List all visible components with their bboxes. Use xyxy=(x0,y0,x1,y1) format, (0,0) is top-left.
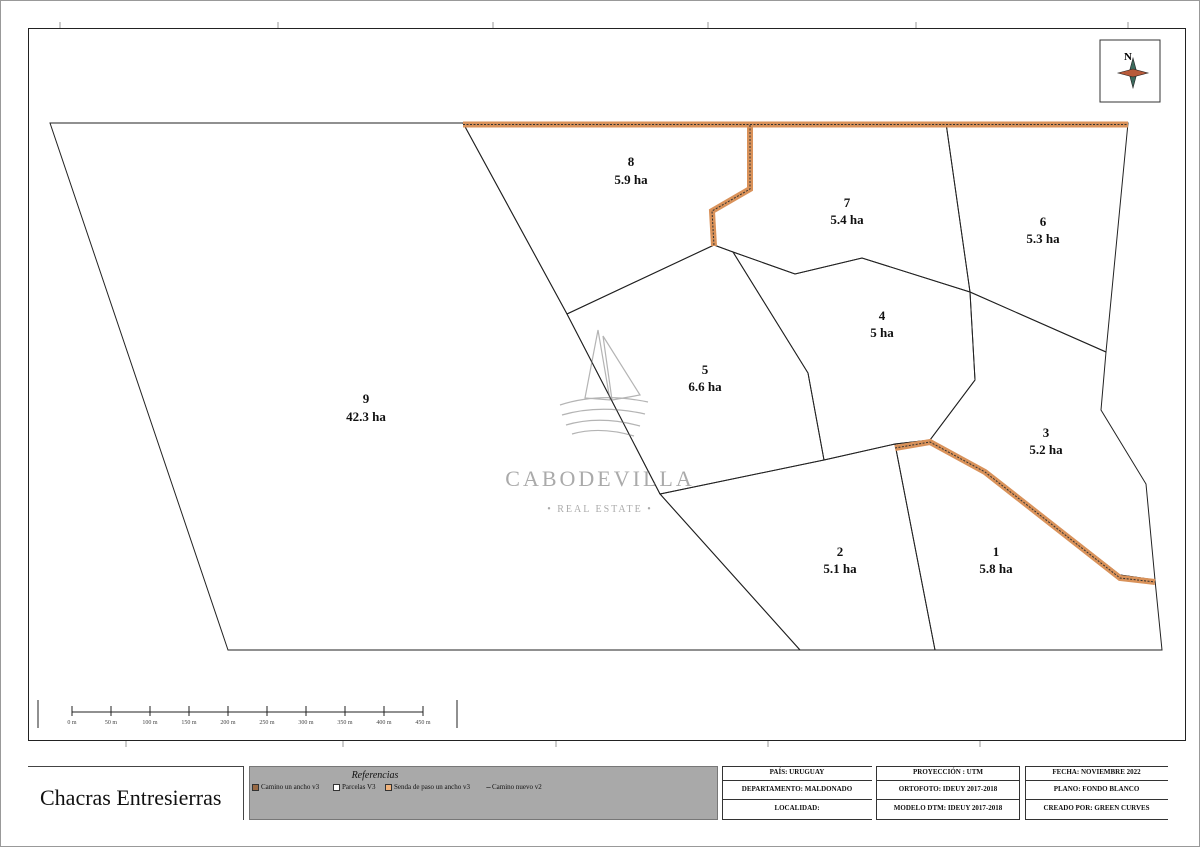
legend-item-road: Camino un ancho v3 xyxy=(252,783,319,791)
legend-label: Camino un ancho v3 xyxy=(261,783,320,791)
lot-1-number: 1 xyxy=(993,544,1000,559)
author-text: CREADO POR: GREEN CURVES xyxy=(1043,804,1150,812)
lot-7-area: 5.4 ha xyxy=(830,212,864,227)
scale-label: 450 m xyxy=(415,720,431,726)
scale-label: 100 m xyxy=(142,720,158,726)
lot-2-number: 2 xyxy=(837,544,844,559)
north-label: N xyxy=(1124,51,1132,63)
lot-9-area: 42.3 ha xyxy=(346,409,386,424)
date-info-box: FECHA: NOVIEMBRE 2022 PLANO: FONDO BLANC… xyxy=(1025,766,1168,820)
scale-label: 300 m xyxy=(298,720,314,726)
lot-9-number: 9 xyxy=(363,391,370,406)
legend-swatch xyxy=(385,783,392,791)
scale-label: 400 m xyxy=(376,720,392,726)
legend-label: Parcelas V3 xyxy=(342,783,376,791)
country-text: PAÍS: URUGUAY xyxy=(769,768,825,776)
lot-5-area: 6.6 ha xyxy=(688,379,722,394)
map-title-box: Chacras Entresierras xyxy=(28,766,244,820)
scale-label: 200 m xyxy=(220,720,236,726)
legend-item-parcels: Parcelas V3 xyxy=(333,783,376,791)
lot-3-area: 5.2 ha xyxy=(1029,442,1063,457)
parcel-map: N CABODEVILLA • REAL ESTATE • 1 5.8 ha 2… xyxy=(37,22,1163,747)
lot-3-number: 3 xyxy=(1043,425,1050,440)
lot-7-number: 7 xyxy=(844,195,851,210)
scale-bar: 0 m 50 m 100 m 150 m 200 m 250 m 300 m 3… xyxy=(37,700,458,728)
projection-text: PROYECCIÓN : UTM xyxy=(913,768,983,776)
watermark: CABODEVILLA • REAL ESTATE • xyxy=(505,329,694,515)
legend-item-path: Senda de paso un ancho v3 xyxy=(385,783,470,791)
legend-label: Camino nuevo v2 xyxy=(492,783,542,791)
scale-label: 0 m xyxy=(67,720,77,726)
lot-4-area: 5 ha xyxy=(870,325,894,340)
parcel-5 xyxy=(566,244,825,495)
plan-text: PLANO: FONDO BLANCO xyxy=(1053,785,1140,793)
location-info-box: PAÍS: URUGUAY DEPARTAMENTO: MALDONADO LO… xyxy=(722,766,872,820)
orthophoto-text: ORTOFOTO: IDEUY 2017-2018 xyxy=(898,785,998,793)
north-arrow: N xyxy=(1099,39,1161,103)
frame-ticks xyxy=(59,22,1129,747)
lot-1-area: 5.8 ha xyxy=(979,561,1013,576)
legend-item-new-road: --- Camino nuevo v2 xyxy=(486,783,542,791)
map-title: Chacras Entresierras xyxy=(40,785,222,810)
references-box: Referencias Camino un ancho v3 Parcelas … xyxy=(249,766,718,820)
scale-label: 350 m xyxy=(337,720,353,726)
lot-labels: 1 5.8 ha 2 5.1 ha 3 5.2 ha 4 5 ha 5 6.6 … xyxy=(346,154,1063,576)
legend-swatch xyxy=(333,783,340,791)
scale-label: 50 m xyxy=(105,720,118,726)
projection-info-box: PROYECCIÓN : UTM ORTOFOTO: IDEUY 2017-20… xyxy=(876,766,1020,820)
lot-4-number: 4 xyxy=(879,308,886,323)
lot-2-area: 5.1 ha xyxy=(823,561,857,576)
department-text: DEPARTAMENTO: MALDONADO xyxy=(741,785,853,793)
scale-label: 250 m xyxy=(259,720,275,726)
watermark-tagline: • REAL ESTATE • xyxy=(547,504,653,515)
lot-8-area: 5.9 ha xyxy=(614,172,648,187)
parcel-2 xyxy=(659,443,936,651)
parcel-1 xyxy=(894,439,1163,651)
dtm-model-text: MODELO DTM: IDEUY 2017-2018 xyxy=(893,804,1003,812)
references-title: Referencias xyxy=(351,770,399,781)
lot-6-area: 5.3 ha xyxy=(1026,231,1060,246)
lot-6-number: 6 xyxy=(1040,214,1047,229)
road-southeast xyxy=(894,438,1156,585)
scale-label: 150 m xyxy=(181,720,197,726)
lot-5-number: 5 xyxy=(702,362,709,377)
legend-label: Senda de paso un ancho v3 xyxy=(394,783,471,791)
road-vertical xyxy=(708,125,753,247)
watermark-brand: CABODEVILLA xyxy=(505,466,694,491)
dashed-line-icon: --- xyxy=(486,783,491,791)
lot-8-number: 8 xyxy=(628,154,635,169)
date-text: FECHA: NOVIEMBRE 2022 xyxy=(1052,768,1141,776)
parcel-8 xyxy=(462,122,753,315)
locality-text: LOCALIDAD: xyxy=(774,804,820,812)
legend-swatch xyxy=(252,783,259,791)
